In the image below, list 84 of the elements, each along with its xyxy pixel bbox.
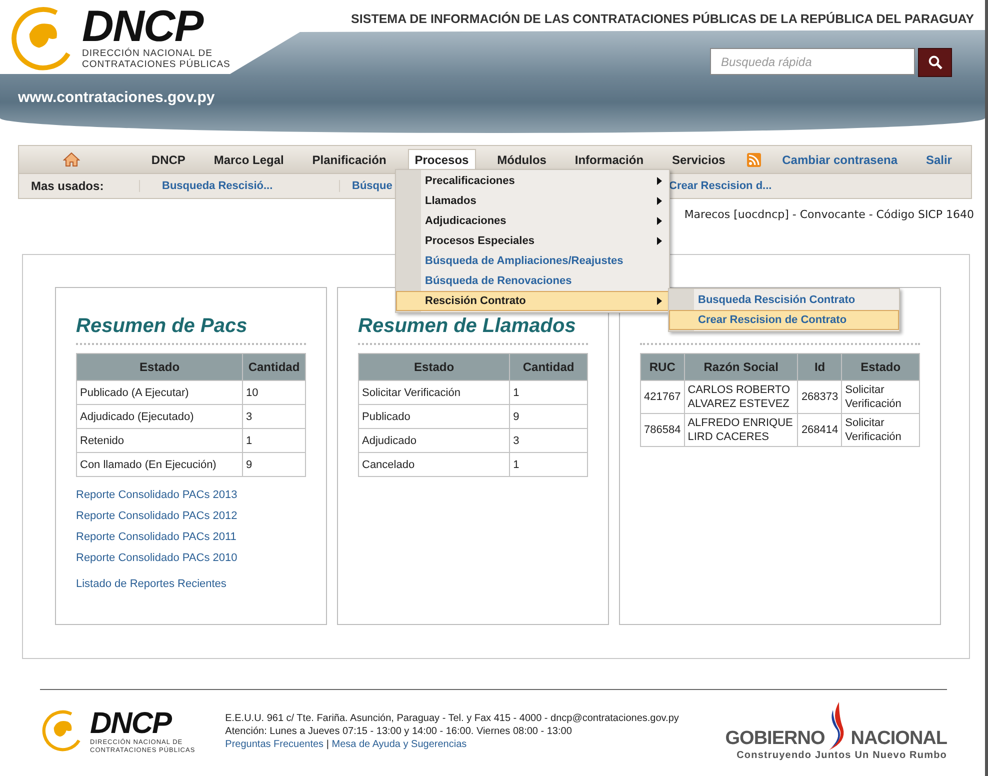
menu-item[interactable]: Rescisión Contrato <box>396 291 669 311</box>
nav-link[interactable]: Salir <box>918 149 959 170</box>
menu-item[interactable]: Crear Rescision de Contrato <box>669 310 899 330</box>
report-link[interactable]: Reporte Consolidado PACs 2011 <box>76 531 306 543</box>
table-cell: Adjudicado (Ejecutado) <box>76 404 243 428</box>
rss-feed-icon[interactable] <box>746 152 761 166</box>
table-cell: Adjudicado <box>358 428 510 452</box>
table-cell: 1 <box>510 452 588 476</box>
table-cell: 268414 <box>798 414 842 446</box>
gov-logo-word: NACIONAL <box>850 728 947 750</box>
column-header: RUC <box>640 354 684 380</box>
gov-slogan: Construyendo Juntos Un Nuevo Rumbo <box>736 750 947 761</box>
table-cell: 9 <box>242 452 306 476</box>
quick-link[interactable]: Crear Rescision d... <box>669 180 919 192</box>
column-header: Estado <box>358 354 510 380</box>
card-title: Resumen de Pacs <box>76 296 306 345</box>
column-header: Razón Social <box>684 354 798 380</box>
table-cell: Publicado (A Ejecutar) <box>76 380 243 404</box>
nav-menu-item[interactable]: Planificación <box>305 149 394 170</box>
table-cell: 1 <box>242 428 306 452</box>
table-cell: 9 <box>510 404 588 428</box>
report-link[interactable]: Reporte Consolidado PACs 2012 <box>76 510 306 522</box>
footer-address: Atención: Lunes a Jueves 07:15 - 13:00 y 14:00 - 16:00. Viernes 08:00 - 13:00 <box>225 725 573 738</box>
quick-bar-label: Mas usados: <box>31 179 105 193</box>
table-cell: CARLOS ROBERTO ALVAREZ ESTEVEZ <box>684 380 798 414</box>
nav-menu-item[interactable]: Marco Legal <box>206 149 291 170</box>
table-cell: Solicitar Verificación <box>842 414 920 446</box>
menu-item[interactable]: Búsqueda de Renovaciones <box>396 271 669 291</box>
caret-icon <box>657 217 662 225</box>
gov-logo-word: GOBIERNO <box>725 728 825 750</box>
search-field[interactable]: Busqueda rápida <box>710 48 915 75</box>
nav-menu-item[interactable]: Procesos <box>408 149 476 170</box>
menu-item[interactable]: Precalificaciones <box>396 171 669 191</box>
nav-menu-item[interactable]: Servicios <box>664 149 732 170</box>
user-info: Marecos [uocdncp] - Convocante - Código SICP 1640 <box>684 208 974 221</box>
search-icon <box>928 55 942 70</box>
table-cell: Solicitar Verificación <box>842 380 920 414</box>
logo-acronym: DNCP <box>90 709 173 740</box>
logo-subtitle: DIRECCIÓN NACIONAL DE <box>82 49 212 59</box>
report-link[interactable]: Reporte Consolidado PACs 2013 <box>76 489 306 501</box>
caret-icon <box>657 177 662 185</box>
table-cell: Retenido <box>76 428 243 452</box>
table-cell: 3 <box>242 404 306 428</box>
table-cell: Con llamado (En Ejecución) <box>76 452 243 476</box>
table-cell: Publicado <box>358 404 510 428</box>
column-header: Cantidad <box>242 354 306 380</box>
report-link[interactable]: Listado de Reportes Recientes <box>76 578 306 590</box>
menu-item[interactable]: Busqueda Rescisión Contrato <box>669 290 899 310</box>
site-url: www.contrataciones.gov.py <box>18 89 215 106</box>
table-cell: Solicitar Verificación <box>358 380 510 404</box>
caret-icon <box>657 237 662 245</box>
table-cell: 10 <box>242 380 306 404</box>
caret-icon <box>657 197 662 205</box>
nav-link[interactable]: Cambiar contrasena <box>775 149 905 170</box>
caret-icon <box>657 297 662 305</box>
search-button[interactable] <box>918 48 952 77</box>
nav-menu-item[interactable]: Información <box>568 149 651 170</box>
system-title: SISTEMA DE INFORMACIÓN DE LAS CONTRATACIONES PÚBLICAS DE LA REPÚBLICA DEL PARAGUAY <box>351 12 974 26</box>
table-cell: 421767 <box>640 380 684 414</box>
logo-subtitle: CONTRATACIONES PÚBLICAS <box>82 60 230 71</box>
menu-item[interactable]: Procesos Especiales <box>396 231 669 251</box>
logo-acronym: DNCP <box>82 5 204 49</box>
menu-item[interactable]: Llamados <box>396 191 669 211</box>
footer-link[interactable]: Preguntas Frecuentes <box>225 739 324 750</box>
table-cell: 786584 <box>640 414 684 446</box>
column-header: Estado <box>76 354 243 380</box>
report-link[interactable]: Reporte Consolidado PACs 2010 <box>76 552 306 564</box>
nav-menu-item[interactable]: DNCP <box>144 149 192 170</box>
column-header: Id <box>798 354 842 380</box>
table-cell: 268373 <box>798 380 842 414</box>
column-header: Cantidad <box>510 354 588 380</box>
link-separator: | <box>325 739 330 750</box>
table-cell: Cancelado <box>358 452 510 476</box>
footer-link[interactable]: Mesa de Ayuda y Sugerencias <box>332 739 467 750</box>
table-cell: 3 <box>510 428 588 452</box>
menu-item[interactable]: Adjudicaciones <box>396 211 669 231</box>
footer-address: E.E.U.U. 961 c/ Tte. Fariña. Asunción, Paraguay - Tel. y Fax 415 - 4000 - dncp@contrataciones.gov.py <box>225 712 680 725</box>
table-cell: 1 <box>510 380 588 404</box>
table-cell: ALFREDO ENRIQUE LIRD CACERES <box>684 414 798 446</box>
nav-menu-item[interactable]: Módulos <box>490 149 554 170</box>
column-header: Estado <box>842 354 920 380</box>
home-icon[interactable] <box>63 152 80 167</box>
quick-link[interactable]: Busqueda Rescisió... <box>139 180 339 192</box>
menu-item[interactable]: Búsqueda de Ampliaciones/Reajustes <box>396 251 669 271</box>
